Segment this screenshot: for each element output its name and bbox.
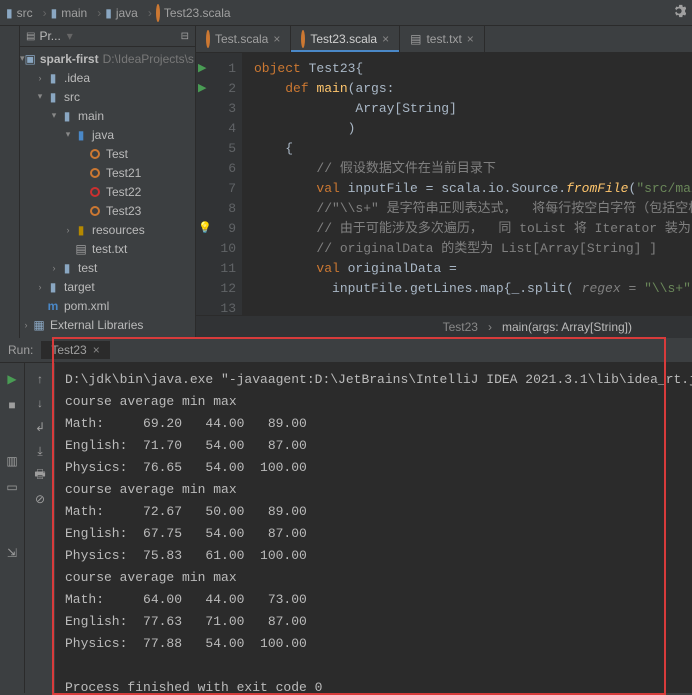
text-file-icon: ▤ bbox=[410, 32, 421, 46]
folder-icon: ▮ bbox=[60, 261, 74, 275]
editor-gutter: ▶ ▶ 💡 1 2 3 4 5 6 7 8 9 10 11 12 13 bbox=[196, 53, 242, 315]
print-button[interactable]: 🖶 bbox=[32, 467, 48, 483]
left-tool-strip bbox=[0, 26, 20, 338]
scala-file-icon bbox=[301, 32, 305, 46]
up-button[interactable]: ↑ bbox=[32, 371, 48, 387]
layout-button[interactable]: ▥ bbox=[4, 453, 20, 469]
run-toolbar-outer: ▶ ■ ▥ ▭ ⇲ bbox=[0, 363, 24, 693]
scroll-button[interactable]: ⤓ bbox=[32, 443, 48, 459]
tree-item-pom[interactable]: mpom.xml bbox=[20, 296, 195, 315]
scala-test-icon bbox=[88, 185, 102, 199]
project-tree: ▾ ▣ spark-first D:\IdeaProjects\s ›▮.ide… bbox=[20, 47, 195, 338]
gear-icon[interactable] bbox=[672, 4, 686, 21]
chevron-right-icon: › bbox=[43, 6, 47, 20]
maven-icon: m bbox=[46, 299, 60, 313]
resources-folder-icon: ▮ bbox=[74, 223, 88, 237]
module-icon: ▣ bbox=[25, 52, 36, 66]
project-icon: ▤ bbox=[26, 31, 35, 42]
pin-button[interactable]: ▭ bbox=[4, 479, 20, 495]
breadcrumb-item[interactable]: ▮ main bbox=[51, 6, 88, 20]
rerun-button[interactable]: ▶ bbox=[4, 371, 20, 387]
scala-object-icon bbox=[88, 166, 102, 180]
run-tool-label: Run: bbox=[8, 343, 33, 357]
project-tool-title: Pr... bbox=[39, 29, 60, 43]
folder-icon: ▮ bbox=[46, 71, 60, 85]
breadcrumb-method[interactable]: main(args: Array[String]) bbox=[502, 320, 632, 334]
text-file-icon: ▤ bbox=[74, 242, 88, 256]
project-path: D:\IdeaProjects\s bbox=[103, 52, 194, 66]
editor-tabs: Test.scala × Test23.scala × ▤ test.txt × bbox=[196, 26, 692, 53]
chevron-right-icon: › bbox=[97, 6, 101, 20]
close-icon[interactable]: × bbox=[273, 32, 280, 46]
run-toolbar-inner: ↑ ↓ ↲ ⤓ 🖶 ⊘ bbox=[24, 363, 55, 693]
clear-button[interactable]: ⊘ bbox=[32, 491, 48, 507]
tree-item-idea[interactable]: ›▮.idea bbox=[20, 68, 195, 87]
stop-button[interactable]: ■ bbox=[4, 397, 20, 413]
run-tab-title: Test23 bbox=[51, 343, 86, 357]
folder-icon: ▮ bbox=[46, 280, 60, 294]
tree-item-target[interactable]: ›▮target bbox=[20, 277, 195, 296]
tree-item-test21[interactable]: Test21 bbox=[20, 163, 195, 182]
close-icon[interactable]: × bbox=[467, 32, 474, 46]
tree-item-testtxt[interactable]: ▤test.txt bbox=[20, 239, 195, 258]
bulb-icon[interactable]: 💡 bbox=[198, 219, 212, 239]
scala-object-icon bbox=[88, 204, 102, 218]
collapse-icon[interactable]: ⊟ bbox=[181, 31, 189, 42]
chevron-right-icon: › bbox=[148, 6, 152, 20]
chevron-down-icon: ▾ bbox=[67, 29, 73, 43]
run-tool-header: Run: Test23 × bbox=[0, 338, 692, 362]
project-tool-header[interactable]: ▤ Pr... ▾ ⊟ bbox=[20, 26, 195, 47]
code-editor[interactable]: object Test23{ def main(args: Array[Stri… bbox=[242, 53, 692, 315]
project-tool-window: ▤ Pr... ▾ ⊟ ▾ ▣ spark-first D:\IdeaProje… bbox=[20, 26, 196, 338]
folder-icon: ▮ bbox=[46, 90, 60, 104]
tree-item-test22[interactable]: Test22 bbox=[20, 182, 195, 201]
breadcrumb-bar: ▮ src › ▮ main › ▮ java › Test23.scala bbox=[0, 0, 692, 26]
editor-area: Test.scala × Test23.scala × ▤ test.txt ×… bbox=[196, 26, 692, 338]
source-folder-icon: ▮ bbox=[74, 128, 88, 142]
tree-root[interactable]: ▾ ▣ spark-first D:\IdeaProjects\s bbox=[20, 49, 195, 68]
run-console[interactable]: D:\jdk\bin\java.exe "-javaagent:D:\JetBr… bbox=[55, 363, 692, 693]
breadcrumb-item[interactable]: ▮ java bbox=[105, 6, 138, 20]
breadcrumb-item[interactable]: ▮ src bbox=[6, 6, 33, 20]
tree-item-java[interactable]: ▾▮java bbox=[20, 125, 195, 144]
run-gutter-icon[interactable]: ▶ bbox=[198, 59, 206, 79]
run-tab[interactable]: Test23 × bbox=[41, 341, 109, 359]
tree-item-src[interactable]: ▾▮src bbox=[20, 87, 195, 106]
libraries-icon: ▦ bbox=[32, 318, 46, 332]
scala-file-icon bbox=[156, 6, 160, 20]
folder-icon: ▮ bbox=[51, 6, 58, 20]
tree-item-test23[interactable]: Test23 bbox=[20, 201, 195, 220]
folder-icon: ▮ bbox=[105, 6, 112, 20]
tree-item-testdir[interactable]: ›▮test bbox=[20, 258, 195, 277]
down-button[interactable]: ↓ bbox=[32, 395, 48, 411]
export-button[interactable]: ⇲ bbox=[4, 545, 20, 561]
chevron-right-icon: › bbox=[488, 320, 492, 334]
tree-item-test-scala[interactable]: Test bbox=[20, 144, 195, 163]
tree-item-external[interactable]: ›▦External Libraries bbox=[20, 315, 195, 334]
breadcrumb-class[interactable]: Test23 bbox=[443, 320, 478, 334]
close-icon[interactable]: × bbox=[382, 32, 389, 46]
scala-object-icon bbox=[88, 147, 102, 161]
editor-tab-active[interactable]: Test23.scala × bbox=[291, 26, 400, 52]
close-icon[interactable]: × bbox=[93, 343, 100, 357]
scala-file-icon bbox=[206, 32, 210, 46]
folder-icon: ▮ bbox=[60, 109, 74, 123]
soft-wrap-button[interactable]: ↲ bbox=[32, 419, 48, 435]
folder-icon: ▮ bbox=[6, 6, 13, 20]
breadcrumb-item[interactable]: Test23.scala bbox=[156, 6, 231, 20]
editor-breadcrumb: Test23 › main(args: Array[String]) bbox=[196, 315, 692, 338]
editor-tab[interactable]: Test.scala × bbox=[196, 26, 291, 52]
run-gutter-icon[interactable]: ▶ bbox=[198, 79, 206, 99]
editor-tab[interactable]: ▤ test.txt × bbox=[400, 26, 485, 52]
tree-item-resources[interactable]: ›▮resources bbox=[20, 220, 195, 239]
tree-item-main[interactable]: ▾▮main bbox=[20, 106, 195, 125]
